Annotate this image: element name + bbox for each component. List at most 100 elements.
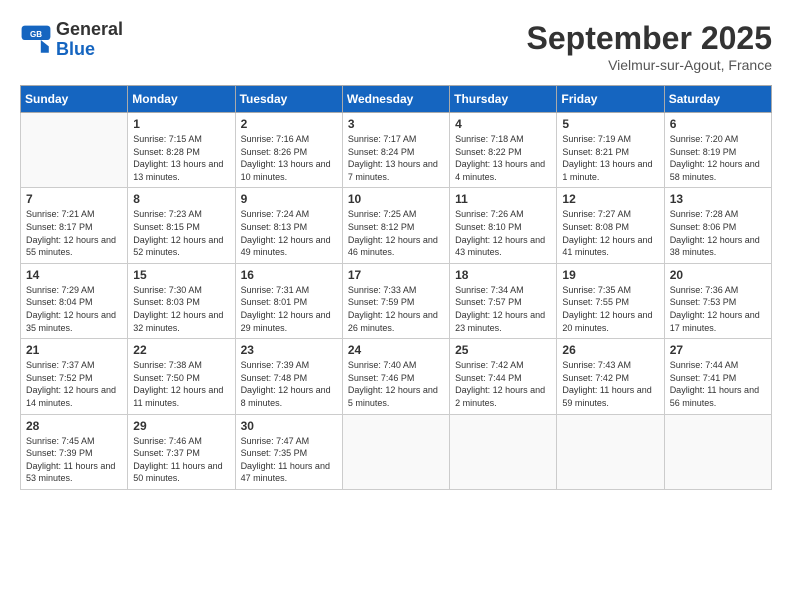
daylight-text: Daylight: 12 hours and 43 minutes. bbox=[455, 234, 551, 259]
calendar-cell: 6Sunrise: 7:20 AMSunset: 8:19 PMDaylight… bbox=[664, 113, 771, 188]
sunrise-text: Sunrise: 7:24 AM bbox=[241, 208, 337, 221]
calendar-cell: 27Sunrise: 7:44 AMSunset: 7:41 PMDayligh… bbox=[664, 339, 771, 414]
day-info: Sunrise: 7:24 AMSunset: 8:13 PMDaylight:… bbox=[241, 208, 337, 258]
sunset-text: Sunset: 8:03 PM bbox=[133, 296, 229, 309]
day-info: Sunrise: 7:33 AMSunset: 7:59 PMDaylight:… bbox=[348, 284, 444, 334]
header-friday: Friday bbox=[557, 86, 664, 113]
calendar-cell: 29 Sunrise: 7:46 AMSunset: 7:37 PMDayligh… bbox=[128, 414, 235, 489]
month-title: September 2025 bbox=[527, 20, 772, 57]
day-info: Sunrise: 7:18 AMSunset: 8:22 PMDaylight:… bbox=[455, 133, 551, 183]
day-number: 11 bbox=[455, 192, 551, 206]
day-number: 29 bbox=[133, 419, 229, 433]
day-info: Sunrise: 7:28 AMSunset: 8:06 PMDaylight:… bbox=[670, 208, 766, 258]
header-monday: Monday bbox=[128, 86, 235, 113]
day-number: 12 bbox=[562, 192, 658, 206]
calendar-week-row: 14Sunrise: 7:29 AMSunset: 8:04 PMDayligh… bbox=[21, 263, 772, 338]
day-info: Sunrise: 7:25 AMSunset: 8:12 PMDaylight:… bbox=[348, 208, 444, 258]
sunset-text: Sunset: 8:10 PM bbox=[455, 221, 551, 234]
day-number: 21 bbox=[26, 343, 122, 357]
calendar-week-row: 1Sunrise: 7:15 AMSunset: 8:28 PMDaylight… bbox=[21, 113, 772, 188]
calendar-cell: 15Sunrise: 7:30 AMSunset: 8:03 PMDayligh… bbox=[128, 263, 235, 338]
sunset-text: Sunset: 7:41 PM bbox=[670, 372, 766, 385]
calendar-cell: 13Sunrise: 7:28 AMSunset: 8:06 PMDayligh… bbox=[664, 188, 771, 263]
sunrise-text: Sunrise: 7:25 AM bbox=[348, 208, 444, 221]
day-number: 24 bbox=[348, 343, 444, 357]
day-info: Sunrise: 7:36 AMSunset: 7:53 PMDaylight:… bbox=[670, 284, 766, 334]
daylight-text: Daylight: 13 hours and 13 minutes. bbox=[133, 158, 229, 183]
day-info: Sunrise: 7:44 AMSunset: 7:41 PMDaylight:… bbox=[670, 359, 766, 409]
day-info: Sunrise: 7:31 AMSunset: 8:01 PMDaylight:… bbox=[241, 284, 337, 334]
day-info: Sunrise: 7:47 AMSunset: 7:35 PMDaylight:… bbox=[241, 435, 337, 485]
sunset-text: Sunset: 7:44 PM bbox=[455, 372, 551, 385]
sunset-text: Sunset: 7:48 PM bbox=[241, 372, 337, 385]
calendar-cell: 20 Sunrise: 7:36 AMSunset: 7:53 PMDayligh… bbox=[664, 263, 771, 338]
day-number: 6 bbox=[670, 117, 766, 131]
sunset-text: Sunset: 8:01 PM bbox=[241, 296, 337, 309]
sunrise-text: Sunrise: 7:18 AM bbox=[455, 133, 551, 146]
day-number: 26 bbox=[562, 343, 658, 357]
weekday-header-row: Sunday Monday Tuesday Wednesday Thursday… bbox=[21, 86, 772, 113]
sunrise-text: Sunrise: 7:28 AM bbox=[670, 208, 766, 221]
sunset-text: Sunset: 7:53 PM bbox=[670, 296, 766, 309]
daylight-text: Daylight: 12 hours and 26 minutes. bbox=[348, 309, 444, 334]
sunrise-text: Sunrise: 7:42 AM bbox=[455, 359, 551, 372]
day-number: 23 bbox=[241, 343, 337, 357]
day-number: 14 bbox=[26, 268, 122, 282]
sunrise-text: Sunrise: 7:29 AM bbox=[26, 284, 122, 297]
sunset-text: Sunset: 8:21 PM bbox=[562, 146, 658, 159]
day-number: 9 bbox=[241, 192, 337, 206]
calendar-cell: 10Sunrise: 7:25 AMSunset: 8:12 PMDayligh… bbox=[342, 188, 449, 263]
sunset-text: Sunset: 7:55 PM bbox=[562, 296, 658, 309]
day-number: 30 bbox=[241, 419, 337, 433]
header-sunday: Sunday bbox=[21, 86, 128, 113]
sunrise-text: Sunrise: 7:38 AM bbox=[133, 359, 229, 372]
calendar-cell: 21Sunrise: 7:37 AMSunset: 7:52 PMDayligh… bbox=[21, 339, 128, 414]
daylight-text: Daylight: 12 hours and 38 minutes. bbox=[670, 234, 766, 259]
sunset-text: Sunset: 8:24 PM bbox=[348, 146, 444, 159]
day-info: Sunrise: 7:21 AMSunset: 8:17 PMDaylight:… bbox=[26, 208, 122, 258]
logo-blue-text: Blue bbox=[56, 40, 123, 60]
day-number: 1 bbox=[133, 117, 229, 131]
day-info: Sunrise: 7:26 AMSunset: 8:10 PMDaylight:… bbox=[455, 208, 551, 258]
sunset-text: Sunset: 8:17 PM bbox=[26, 221, 122, 234]
sunrise-text: Sunrise: 7:43 AM bbox=[562, 359, 658, 372]
calendar-table: Sunday Monday Tuesday Wednesday Thursday… bbox=[20, 85, 772, 490]
daylight-text: Daylight: 12 hours and 58 minutes. bbox=[670, 158, 766, 183]
sunrise-text: Sunrise: 7:46 AM bbox=[133, 435, 229, 448]
day-number: 17 bbox=[348, 268, 444, 282]
sunrise-text: Sunrise: 7:39 AM bbox=[241, 359, 337, 372]
daylight-text: Daylight: 12 hours and 35 minutes. bbox=[26, 309, 122, 334]
sunrise-text: Sunrise: 7:47 AM bbox=[241, 435, 337, 448]
header-tuesday: Tuesday bbox=[235, 86, 342, 113]
day-number: 5 bbox=[562, 117, 658, 131]
daylight-text: Daylight: 11 hours and 50 minutes. bbox=[133, 460, 229, 485]
day-info: Sunrise: 7:46 AMSunset: 7:37 PMDaylight:… bbox=[133, 435, 229, 485]
day-number: 25 bbox=[455, 343, 551, 357]
day-number: 20 bbox=[670, 268, 766, 282]
header-thursday: Thursday bbox=[450, 86, 557, 113]
calendar-cell: 25Sunrise: 7:42 AMSunset: 7:44 PMDayligh… bbox=[450, 339, 557, 414]
calendar-cell bbox=[664, 414, 771, 489]
daylight-text: Daylight: 12 hours and 32 minutes. bbox=[133, 309, 229, 334]
daylight-text: Daylight: 11 hours and 47 minutes. bbox=[241, 460, 337, 485]
day-info: Sunrise: 7:40 AMSunset: 7:46 PMDaylight:… bbox=[348, 359, 444, 409]
daylight-text: Daylight: 13 hours and 10 minutes. bbox=[241, 158, 337, 183]
day-number: 7 bbox=[26, 192, 122, 206]
sunrise-text: Sunrise: 7:40 AM bbox=[348, 359, 444, 372]
daylight-text: Daylight: 13 hours and 1 minute. bbox=[562, 158, 658, 183]
day-info: Sunrise: 7:34 AMSunset: 7:57 PMDaylight:… bbox=[455, 284, 551, 334]
day-number: 22 bbox=[133, 343, 229, 357]
day-info: Sunrise: 7:39 AMSunset: 7:48 PMDaylight:… bbox=[241, 359, 337, 409]
sunset-text: Sunset: 7:59 PM bbox=[348, 296, 444, 309]
sunset-text: Sunset: 7:52 PM bbox=[26, 372, 122, 385]
logo: GB General Blue bbox=[20, 20, 123, 60]
daylight-text: Daylight: 12 hours and 29 minutes. bbox=[241, 309, 337, 334]
page: GB General Blue September 2025 Vielmur-s… bbox=[0, 0, 792, 612]
header: GB General Blue September 2025 Vielmur-s… bbox=[20, 20, 772, 73]
sunset-text: Sunset: 8:28 PM bbox=[133, 146, 229, 159]
day-info: Sunrise: 7:27 AMSunset: 8:08 PMDaylight:… bbox=[562, 208, 658, 258]
daylight-text: Daylight: 11 hours and 56 minutes. bbox=[670, 384, 766, 409]
calendar-week-row: 28Sunrise: 7:45 AMSunset: 7:39 PMDayligh… bbox=[21, 414, 772, 489]
logo-general-text: General bbox=[56, 20, 123, 40]
calendar-cell: 8Sunrise: 7:23 AMSunset: 8:15 PMDaylight… bbox=[128, 188, 235, 263]
